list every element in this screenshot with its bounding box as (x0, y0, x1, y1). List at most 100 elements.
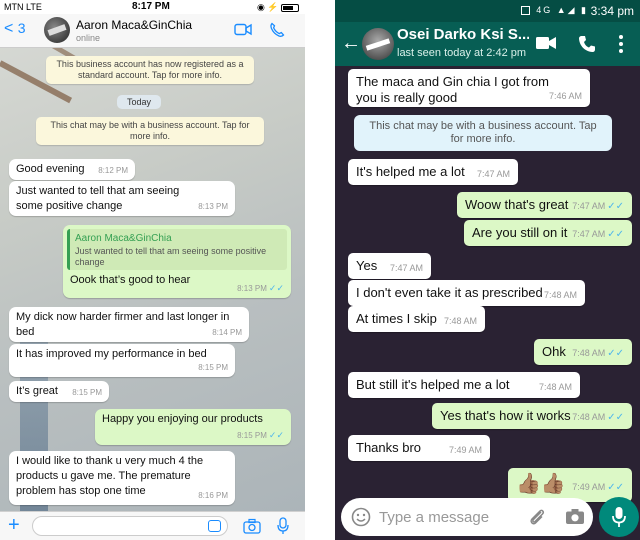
quoted-message[interactable]: Aaron Maca&GinChia Just wanted to tell t… (67, 229, 287, 270)
message-text: It has improved my performance in bed (16, 348, 207, 360)
attachment-icon[interactable] (528, 507, 546, 527)
quoted-text: Just wanted to tell that am seeing some … (75, 246, 267, 267)
message-bubble[interactable]: But still it's helped me a lot 7:48 AM (348, 372, 580, 398)
status-icons: 4G ▲◢ ▮ (521, 5, 588, 16)
message-bubble[interactable]: It has improved my performance in bed 8:… (9, 344, 235, 377)
phone-call-icon[interactable] (269, 22, 285, 38)
message-text: My dick now harder firmer and last longe… (16, 311, 230, 338)
message-text: Ohk (542, 344, 566, 359)
back-button[interactable]: < 3 (4, 20, 26, 38)
message-bubble[interactable]: My dick now harder firmer and last longe… (9, 307, 249, 342)
message-bubble-outgoing[interactable]: Happy you enjoying our products 8:15 PM ✓… (95, 409, 291, 445)
message-time: 7:47 AM ✓✓ (572, 229, 624, 240)
message-text: But still it's helped me a lot (356, 377, 510, 392)
video-call-icon[interactable] (234, 23, 252, 36)
message-bubble[interactable]: Just wanted to tell that am seeing some … (9, 181, 235, 216)
status-time: 8:17 PM (132, 1, 170, 12)
message-time: 7:48 AM (543, 290, 577, 300)
message-time: 8:16 PM (198, 491, 228, 500)
thumbs-up-emoji: 👍🏽👍🏽 (516, 473, 566, 495)
avatar[interactable] (362, 28, 394, 60)
message-time: 7:49 AM (448, 445, 482, 455)
message-time: 7:47 AM (389, 263, 423, 273)
message-bubble[interactable]: Yes 7:47 AM (348, 253, 431, 279)
message-bubble[interactable]: Thanks bro 7:49 AM (348, 435, 490, 461)
message-time: 8:13 PM (198, 202, 228, 211)
message-bubble[interactable]: I don't even take it as prescribed 7:48 … (348, 280, 585, 306)
message-text: Just wanted to tell that am seeing some … (16, 185, 180, 212)
message-text: The maca and Gin chia I got from you is … (356, 74, 549, 105)
message-composer[interactable]: Type a message (341, 498, 593, 536)
more-options-icon[interactable] (618, 34, 624, 54)
sticker-icon[interactable] (208, 520, 221, 532)
message-bubble[interactable]: The maca and Gin chia I got from you is … (348, 69, 590, 107)
notification-icon (521, 6, 531, 16)
message-text: Thanks bro (356, 440, 422, 455)
message-text: At times I skip (356, 311, 437, 326)
message-input[interactable] (32, 516, 228, 536)
date-separator: Today (117, 95, 162, 109)
carrier-label: MTN LTE (4, 2, 42, 12)
message-composer: + (0, 511, 305, 540)
message-time: 7:48 AM ✓✓ (572, 348, 624, 359)
read-receipt-icon: ✓✓ (268, 283, 284, 293)
status-bar: MTN LTE 8:17 PM ◉ ⚡ (0, 0, 305, 14)
read-receipt-icon: ✓✓ (607, 201, 624, 212)
message-bubble[interactable]: At times I skip 7:48 AM (348, 306, 485, 332)
read-receipt-icon: ✓✓ (268, 430, 284, 440)
message-time: 7:47 AM ✓✓ (572, 201, 624, 212)
message-text: Yes (356, 258, 378, 273)
message-bubble-outgoing[interactable]: Woow that's great 7:47 AM ✓✓ (457, 192, 632, 218)
message-text: It's helped me a lot (356, 164, 465, 179)
contact-name[interactable]: Aaron Maca&GinChia (76, 18, 192, 32)
read-receipt-icon: ✓✓ (607, 482, 624, 493)
last-seen-status: last seen today at 2:42 pm (397, 47, 527, 59)
message-bubble-outgoing[interactable]: Ohk 7:48 AM ✓✓ (534, 339, 632, 365)
message-text: I don't even take it as prescribed (356, 285, 543, 300)
voice-record-button[interactable] (599, 497, 639, 537)
right-chat-screenshot: 4G ▲◢ ▮ 3:34 pm ← Osei Darko Ksi S... la… (335, 0, 640, 540)
business-account-notice[interactable]: This business account has now registered… (46, 56, 254, 84)
message-text: It’s great (16, 385, 58, 397)
camera-icon[interactable] (243, 518, 261, 534)
contact-name[interactable]: Osei Darko Ksi S... (397, 26, 529, 43)
message-time: 8:15 PM ✓✓ (237, 430, 284, 440)
back-arrow-icon[interactable]: ← (341, 32, 361, 55)
video-call-icon[interactable] (536, 36, 556, 50)
chat-header: < 3 Aaron Maca&GinChia online (0, 14, 305, 48)
message-time: 8:15 PM (198, 363, 228, 372)
message-bubble-outgoing[interactable]: Yes that's how it works 7:48 AM ✓✓ (432, 403, 632, 429)
left-chat-screenshot: MTN LTE 8:17 PM ◉ ⚡ < 3 Aaron Maca&GinCh… (0, 0, 305, 540)
status-time: 3:34 pm (590, 4, 634, 18)
business-chat-notice[interactable]: This chat may be with a business account… (36, 117, 264, 145)
message-time: 7:46 AM (548, 91, 582, 101)
emoji-icon[interactable] (351, 507, 371, 527)
message-input-placeholder[interactable]: Type a message (379, 509, 489, 526)
message-time: 7:49 AM ✓✓ (572, 482, 624, 493)
message-bubble[interactable]: It's helped me a lot 7:47 AM (348, 159, 518, 185)
message-bubble[interactable]: Good evening 8:12 PM (9, 159, 135, 180)
message-time: 7:47 AM (476, 169, 510, 179)
message-time: 8:14 PM (212, 328, 242, 337)
message-bubble[interactable]: I would like to thank u very much 4 the … (9, 451, 235, 505)
plus-icon[interactable]: + (8, 514, 20, 536)
microphone-icon[interactable] (277, 517, 289, 535)
message-time: 8:13 PM ✓✓ (237, 283, 284, 293)
message-bubble-outgoing[interactable]: Aaron Maca&GinChia Just wanted to tell t… (63, 225, 291, 298)
read-receipt-icon: ✓✓ (607, 229, 624, 240)
message-bubble-outgoing[interactable]: Are you still on it 7:47 AM ✓✓ (464, 220, 632, 246)
message-text: Are you still on it (472, 225, 568, 240)
message-bubble[interactable]: It’s great 8:15 PM (9, 381, 109, 402)
message-text: Yes that's how it works (440, 408, 571, 423)
microphone-icon (612, 507, 626, 527)
message-text: I would like to thank u very much 4 the … (16, 455, 204, 497)
phone-call-icon[interactable] (578, 35, 596, 53)
business-chat-notice[interactable]: This chat may be with a business account… (354, 115, 612, 151)
message-time: 8:12 PM (98, 166, 128, 175)
read-receipt-icon: ✓✓ (607, 412, 624, 423)
message-time: 7:48 AM ✓✓ (572, 412, 624, 423)
avatar[interactable] (44, 17, 70, 43)
camera-icon[interactable] (565, 508, 585, 525)
message-time: 7:48 AM (443, 316, 477, 326)
message-time: 8:15 PM (72, 388, 102, 397)
